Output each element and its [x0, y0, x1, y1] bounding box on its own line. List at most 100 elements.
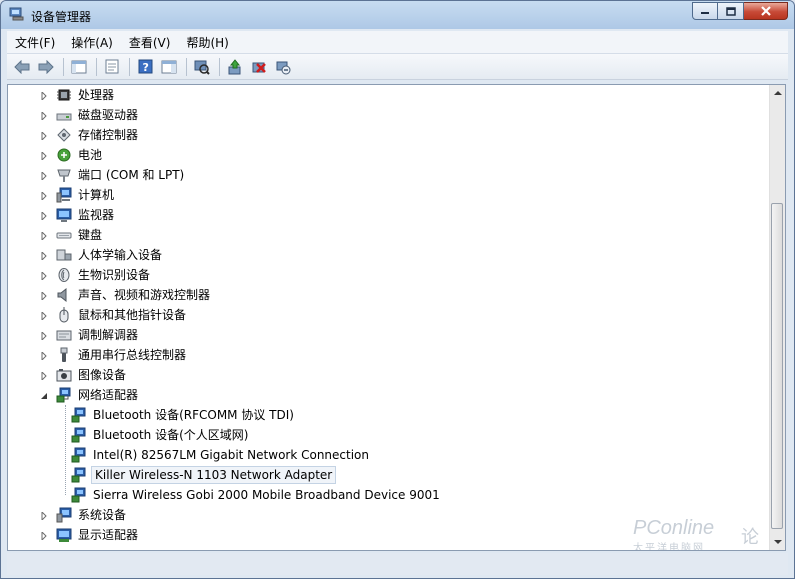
tree-category-label: 网络适配器 — [78, 388, 139, 402]
tree-device-item[interactable]: Intel(R) 82567LM Gigabit Network Connect… — [71, 445, 371, 465]
tree-category-usb[interactable]: 通用串行总线控制器 — [36, 345, 188, 365]
vertical-scrollbar[interactable] — [769, 85, 785, 550]
tree-device-item[interactable]: Sierra Wireless Gobi 2000 Mobile Broadba… — [71, 485, 442, 505]
disk-drive-icon — [56, 107, 72, 123]
expand-arrow-icon[interactable] — [39, 91, 48, 100]
device-label: Bluetooth 设备(个人区域网) — [93, 428, 249, 442]
menu-view[interactable]: 查看(V) — [121, 32, 179, 53]
expand-arrow-icon[interactable] — [39, 531, 48, 540]
tree-category-label: 声音、视频和游戏控制器 — [78, 288, 211, 302]
help-button[interactable]: ? — [134, 56, 156, 78]
forward-button[interactable] — [35, 56, 57, 78]
usb-icon — [56, 347, 72, 363]
system-devices-icon — [56, 507, 72, 523]
view-button[interactable] — [158, 56, 180, 78]
maximize-button[interactable] — [718, 2, 744, 20]
tree-category-storage-controllers[interactable]: 存储控制器 — [36, 125, 140, 145]
tree-category-modems[interactable]: 调制解调器 — [36, 325, 140, 345]
tree-category-processor[interactable]: 处理器 — [36, 85, 116, 105]
menu-file[interactable]: 文件(F) — [7, 32, 63, 53]
disable-button[interactable] — [272, 56, 294, 78]
toolbar-separator — [63, 57, 64, 76]
imaging-icon — [56, 367, 72, 383]
tree-category-display-adapters[interactable]: 显示适配器 — [36, 525, 140, 545]
expand-arrow-icon[interactable] — [39, 131, 48, 140]
expand-arrow-icon[interactable] — [39, 231, 48, 240]
expand-arrow-icon[interactable] — [39, 351, 48, 360]
tree-category-disk-drives[interactable]: 磁盘驱动器 — [36, 105, 140, 125]
device-label: Bluetooth 设备(RFCOMM 协议 TDI) — [93, 408, 294, 422]
scroll-down-button[interactable] — [770, 534, 785, 550]
scan-hardware-button[interactable] — [191, 56, 213, 78]
device-manager-icon — [9, 7, 25, 21]
tree-category-label: 电池 — [78, 148, 103, 162]
collapse-arrow-icon[interactable] — [39, 391, 48, 400]
tree-category-label: 通用串行总线控制器 — [78, 348, 187, 362]
expand-arrow-icon[interactable] — [39, 111, 48, 120]
window-controls — [692, 2, 788, 20]
forward-icon — [38, 59, 54, 74]
update-driver-button[interactable] — [224, 56, 246, 78]
close-icon — [760, 6, 771, 16]
back-button[interactable] — [11, 56, 33, 78]
tree-category-monitors[interactable]: 监视器 — [36, 205, 116, 225]
expand-arrow-icon[interactable] — [39, 211, 48, 220]
monitor-icon — [56, 207, 72, 223]
tree-category-label: 显示适配器 — [78, 528, 139, 542]
close-button[interactable] — [744, 2, 788, 20]
tree-category-label: 监视器 — [78, 208, 115, 222]
expand-arrow-icon[interactable] — [39, 311, 48, 320]
network-adapter-icon — [71, 467, 87, 483]
tree-device-item[interactable]: Bluetooth 设备(个人区域网) — [71, 425, 250, 445]
expand-arrow-icon[interactable] — [39, 291, 48, 300]
network-adapter-icon — [71, 407, 87, 423]
tree-category-hid[interactable]: 人体学输入设备 — [36, 245, 164, 265]
menu-help[interactable]: 帮助(H) — [178, 32, 236, 53]
title-bar[interactable]: 设备管理器 — [1, 1, 794, 29]
expand-arrow-icon[interactable] — [39, 171, 48, 180]
menu-action[interactable]: 操作(A) — [63, 32, 121, 53]
scrollbar-thumb[interactable] — [771, 203, 783, 529]
expand-arrow-icon[interactable] — [39, 191, 48, 200]
uninstall-button[interactable] — [248, 56, 270, 78]
hid-icon — [56, 247, 72, 263]
expand-arrow-icon[interactable] — [39, 511, 48, 520]
toolbar-separator — [186, 57, 187, 76]
keyboard-icon — [56, 227, 72, 243]
mouse-icon — [56, 307, 72, 323]
watermark-sub: 太平洋电脑网 — [633, 543, 705, 551]
tree-category-sound[interactable]: 声音、视频和游戏控制器 — [36, 285, 212, 305]
expand-arrow-icon[interactable] — [39, 151, 48, 160]
svg-text:?: ? — [142, 61, 148, 74]
help-icon: ? — [138, 59, 152, 74]
tree-device-item[interactable]: Bluetooth 设备(RFCOMM 协议 TDI) — [71, 405, 296, 425]
console-tree-button[interactable] — [68, 56, 90, 78]
toolbar: ? — [7, 54, 788, 80]
tree-category-computer[interactable]: 计算机 — [36, 185, 116, 205]
biometric-icon — [56, 267, 72, 283]
tree-category-system-devices[interactable]: 系统设备 — [36, 505, 128, 525]
properties-icon — [105, 59, 119, 74]
tree-category-imaging[interactable]: 图像设备 — [36, 365, 128, 385]
port-icon — [56, 167, 72, 183]
expand-arrow-icon[interactable] — [39, 371, 48, 380]
tree-category-ports[interactable]: 端口 (COM 和 LPT) — [36, 165, 186, 185]
minimize-button[interactable] — [692, 2, 718, 20]
expand-arrow-icon[interactable] — [39, 331, 48, 340]
tree-category-biometric[interactable]: 生物识别设备 — [36, 265, 152, 285]
scroll-up-button[interactable] — [770, 85, 785, 101]
tree-category-network-adapters[interactable]: 网络适配器 — [36, 385, 140, 405]
tree-category-battery[interactable]: 电池 — [36, 145, 104, 165]
expand-arrow-icon[interactable] — [39, 251, 48, 260]
toolbar-separator — [219, 57, 220, 76]
device-tree: 处理器 磁盘驱动器 存储控制器 电池 端口 (COM 和 LPT) 计算机 监视… — [8, 85, 772, 550]
tree-category-label: 鼠标和其他指针设备 — [78, 308, 187, 322]
tree-category-mice[interactable]: 鼠标和其他指针设备 — [36, 305, 188, 325]
tree-category-label: 人体学输入设备 — [78, 248, 163, 262]
properties-button[interactable] — [101, 56, 123, 78]
tree-category-keyboards[interactable]: 键盘 — [36, 225, 104, 245]
device-label: Intel(R) 82567LM Gigabit Network Connect… — [93, 448, 369, 462]
expand-arrow-icon[interactable] — [39, 271, 48, 280]
computer-icon — [56, 187, 72, 203]
tree-device-item-selected[interactable]: Killer Wireless-N 1103 Network Adapter — [71, 465, 337, 485]
